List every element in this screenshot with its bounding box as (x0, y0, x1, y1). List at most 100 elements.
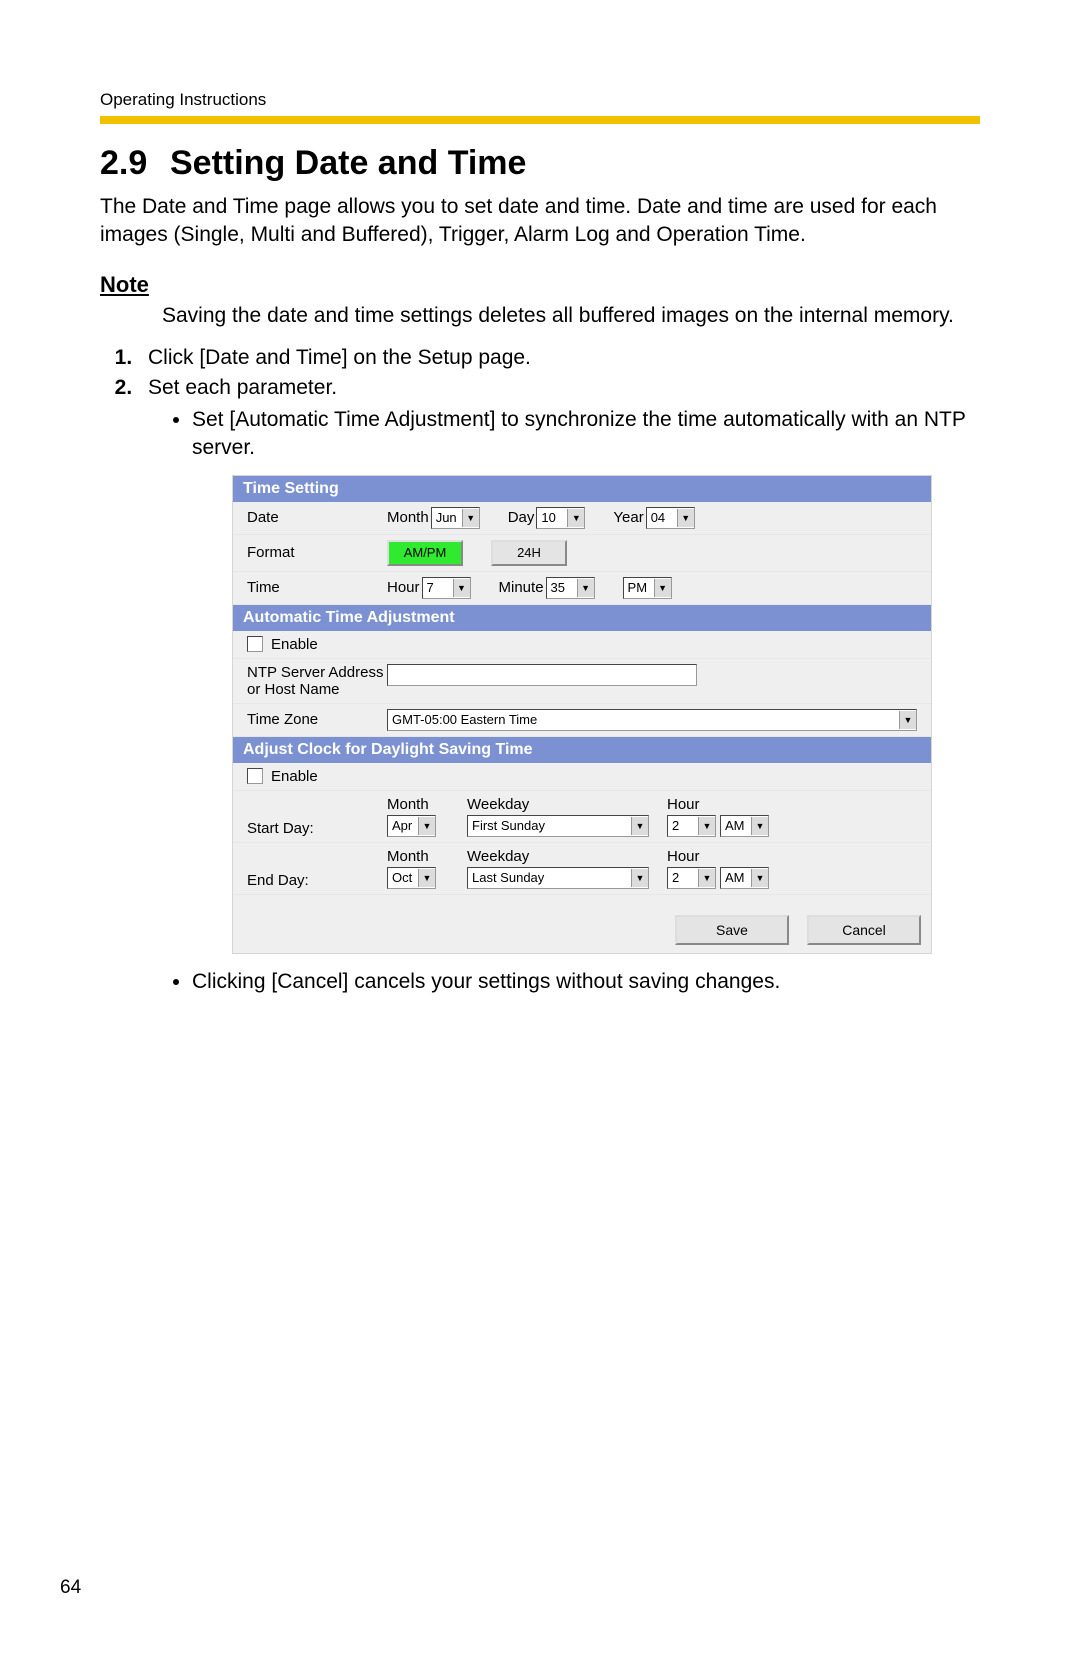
dst-start-row: Start Day: Month Apr ▼ (233, 791, 931, 843)
dst-start-hour-select[interactable]: 2 ▼ (667, 815, 716, 837)
dst-col-hour: Hour (667, 796, 769, 813)
meridiem-select[interactable]: PM ▼ (623, 577, 672, 599)
note-body: Saving the date and time settings delete… (162, 302, 980, 330)
dropdown-arrow-icon: ▼ (418, 817, 435, 835)
header-accent-bar (100, 116, 980, 124)
dropdown-arrow-icon: ▼ (418, 869, 435, 887)
running-header: Operating Instructions (100, 90, 980, 110)
dst-end-hour: 2 (668, 870, 698, 885)
dst-start-ampm: AM (721, 818, 751, 833)
time-row: Time Hour 7 ▼ Minute 35 (233, 572, 931, 605)
day-value: 10 (537, 510, 567, 525)
section-number: 2.9 (100, 144, 170, 183)
cancel-button[interactable]: Cancel (807, 915, 921, 945)
timezone-value: GMT-05:00 Eastern Time (388, 712, 899, 727)
dst-col-month-2: Month (387, 848, 457, 865)
ntp-input[interactable] (387, 664, 697, 686)
action-bar: Save Cancel (233, 895, 931, 953)
auto-adjust-header: Automatic Time Adjustment (233, 605, 931, 631)
ntp-label: NTP Server Address or Host Name (247, 664, 387, 698)
dropdown-arrow-icon: ▼ (698, 817, 715, 835)
dropdown-arrow-icon: ▼ (698, 869, 715, 887)
settings-panel: Time Setting Date Month Jun ▼ Day (232, 475, 932, 954)
dst-end-hour-select[interactable]: 2 ▼ (667, 867, 716, 889)
dst-start-weekday-select[interactable]: First Sunday ▼ (467, 815, 649, 837)
dst-start-hour: 2 (668, 818, 698, 833)
post-panel-bullet: Clicking [Cancel] cancels your settings … (192, 968, 980, 996)
format-label: Format (247, 544, 387, 561)
dst-col-month: Month (387, 796, 457, 813)
dropdown-arrow-icon: ▼ (567, 509, 584, 527)
timezone-select[interactable]: GMT-05:00 Eastern Time ▼ (387, 709, 917, 731)
dst-col-weekday: Weekday (467, 796, 657, 813)
step-2-sub-list: Set [Automatic Time Adjustment] to synch… (148, 406, 980, 463)
month-select[interactable]: Jun ▼ (431, 507, 480, 529)
dst-col-weekday-2: Weekday (467, 848, 657, 865)
hour-select[interactable]: 7 ▼ (422, 577, 471, 599)
post-panel-sub-list: Clicking [Cancel] cancels your settings … (148, 968, 980, 996)
step-2-text: Set each parameter. (148, 376, 337, 399)
date-row: Date Month Jun ▼ Day 10 (233, 502, 931, 535)
dropdown-arrow-icon: ▼ (577, 579, 594, 597)
step-2-sub-1: Set [Automatic Time Adjustment] to synch… (192, 406, 980, 463)
time-setting-header: Time Setting (233, 476, 931, 502)
hour-value: 7 (423, 580, 453, 595)
year-select[interactable]: 04 ▼ (646, 507, 695, 529)
dropdown-arrow-icon: ▼ (654, 579, 671, 597)
minute-label: Minute (499, 579, 544, 596)
dropdown-arrow-icon: ▼ (453, 579, 470, 597)
year-value: 04 (647, 510, 677, 525)
intro-paragraph: The Date and Time page allows you to set… (100, 193, 980, 250)
ntp-row: NTP Server Address or Host Name (233, 659, 931, 704)
step-2: Set each parameter. Set [Automatic Time … (138, 376, 980, 996)
save-button[interactable]: Save (675, 915, 789, 945)
day-label: Day (508, 509, 535, 526)
step-1: Click [Date and Time] on the Setup page. (138, 346, 980, 370)
dst-end-ampm-select[interactable]: AM ▼ (720, 867, 769, 889)
dst-end-label: End Day: (247, 872, 387, 889)
date-label: Date (247, 509, 387, 526)
dropdown-arrow-icon: ▼ (899, 711, 916, 729)
dropdown-arrow-icon: ▼ (631, 817, 648, 835)
auto-enable-checkbox[interactable] (247, 636, 263, 652)
dst-col-hour-2: Hour (667, 848, 769, 865)
auto-enable-row: Enable (233, 631, 931, 659)
dropdown-arrow-icon: ▼ (751, 817, 768, 835)
format-ampm-button[interactable]: AM/PM (387, 540, 463, 566)
auto-enable-label: Enable (271, 636, 318, 653)
timezone-row: Time Zone GMT-05:00 Eastern Time ▼ (233, 704, 931, 737)
dst-enable-checkbox[interactable] (247, 768, 263, 784)
dropdown-arrow-icon: ▼ (631, 869, 648, 887)
section-title: Setting Date and Time (170, 144, 526, 182)
time-label: Time (247, 579, 387, 596)
dst-end-weekday-select[interactable]: Last Sunday ▼ (467, 867, 649, 889)
dropdown-arrow-icon: ▼ (751, 869, 768, 887)
day-select[interactable]: 10 ▼ (536, 507, 585, 529)
format-24h-button[interactable]: 24H (491, 540, 567, 566)
dropdown-arrow-icon: ▼ (462, 509, 479, 527)
dst-start-month-select[interactable]: Apr ▼ (387, 815, 436, 837)
steps-list: Click [Date and Time] on the Setup page.… (100, 346, 980, 996)
hour-label: Hour (387, 579, 420, 596)
format-row: Format AM/PM 24H (233, 535, 931, 572)
note-heading: Note (100, 272, 980, 298)
dropdown-arrow-icon: ▼ (677, 509, 694, 527)
dst-end-month: Oct (388, 870, 418, 885)
month-label: Month (387, 509, 429, 526)
meridiem-value: PM (624, 580, 654, 595)
page-number: 64 (60, 1577, 81, 1599)
minute-select[interactable]: 35 ▼ (546, 577, 595, 599)
dst-start-month: Apr (388, 818, 418, 833)
dst-end-row: End Day: Month Oct ▼ W (233, 843, 931, 895)
dst-start-ampm-select[interactable]: AM ▼ (720, 815, 769, 837)
section-heading: 2.9Setting Date and Time (100, 144, 980, 183)
dst-start-weekday: First Sunday (468, 818, 631, 833)
dst-enable-label: Enable (271, 768, 318, 785)
dst-end-month-select[interactable]: Oct ▼ (387, 867, 436, 889)
month-value: Jun (432, 510, 462, 525)
dst-header: Adjust Clock for Daylight Saving Time (233, 737, 931, 763)
year-label: Year (613, 509, 643, 526)
dst-end-ampm: AM (721, 870, 751, 885)
minute-value: 35 (547, 580, 577, 595)
dst-enable-row: Enable (233, 763, 931, 791)
